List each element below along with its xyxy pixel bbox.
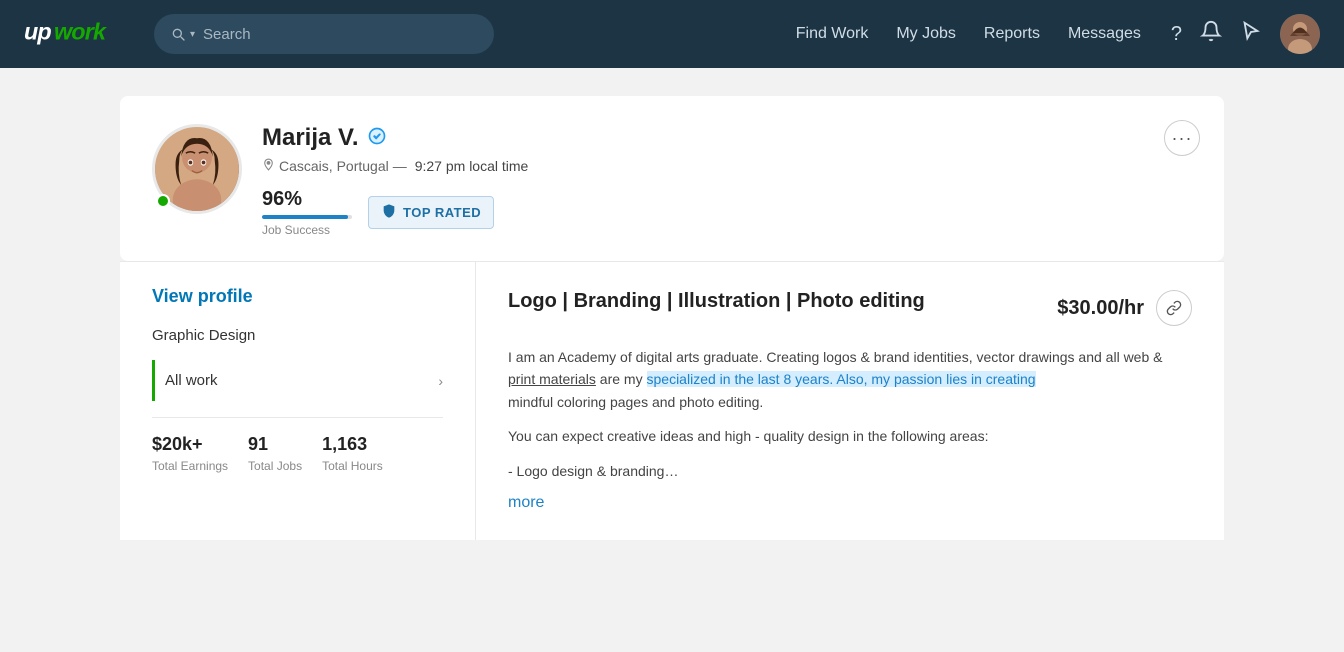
local-time-text: 9:27 pm local time: [415, 158, 529, 174]
main-nav: Find Work My Jobs Reports Messages: [796, 25, 1141, 43]
earnings-value: $20k+: [152, 434, 228, 455]
progress-bar: [262, 215, 352, 219]
top-rated-badge: TOP RATED: [368, 196, 494, 229]
jobs-label: Total Jobs: [248, 459, 302, 473]
profile-name: Marija V.: [262, 124, 1192, 152]
main-header: up work ▾ Find Work My Jobs Reports Mess…: [0, 0, 1344, 68]
gig-price: $30.00/hr: [1057, 297, 1144, 320]
category-label[interactable]: Graphic Design: [152, 327, 443, 344]
profile-info: Marija V.: [262, 124, 1192, 237]
gig-price-wrap: $30.00/hr: [1057, 290, 1192, 326]
online-status-dot: [156, 194, 170, 208]
description-line3: - Logo design & branding…: [508, 463, 678, 479]
separator: —: [393, 158, 407, 174]
stats-row: $20k+ Total Earnings 91 Total Jobs 1,163…: [152, 417, 443, 473]
location-icon: [262, 158, 275, 174]
stat-jobs: 91 Total Jobs: [248, 434, 302, 473]
main-content: Marija V.: [0, 68, 1344, 568]
all-work-label: All work: [165, 372, 218, 389]
gig-title: Logo | Branding | Illustration | Photo e…: [508, 290, 1057, 313]
jobs-value: 91: [248, 434, 302, 455]
hours-label: Total Hours: [322, 459, 383, 473]
search-bar[interactable]: ▾: [154, 14, 494, 54]
gig-header: Logo | Branding | Illustration | Photo e…: [508, 290, 1192, 326]
all-work-item[interactable]: All work ›: [152, 360, 443, 401]
hours-value: 1,163: [322, 434, 383, 455]
chevron-right-icon: ›: [438, 373, 443, 389]
messages-link[interactable]: Messages: [1068, 25, 1141, 43]
cursor-icon[interactable]: [1240, 20, 1262, 48]
user-avatar[interactable]: [1280, 14, 1320, 54]
right-panel: Logo | Branding | Illustration | Photo e…: [476, 262, 1224, 540]
svg-text:up: up: [24, 18, 51, 44]
location-text: Cascais, Portugal: [279, 158, 389, 174]
profile-top: Marija V.: [152, 124, 1192, 237]
find-work-link[interactable]: Find Work: [796, 25, 869, 43]
job-success-wrap: 96% Job Success: [262, 188, 352, 237]
view-profile-link[interactable]: View profile: [152, 286, 443, 307]
badge-text: TOP RATED: [403, 205, 481, 220]
profile-stats: 96% Job Success TOP RATED: [262, 188, 1192, 237]
stat-earnings: $20k+ Total Earnings: [152, 434, 228, 473]
job-success-pct: 96%: [262, 188, 352, 211]
gig-description-1: I am an Academy of digital arts graduate…: [508, 346, 1192, 413]
more-link[interactable]: more: [508, 494, 544, 511]
shield-icon: [381, 203, 397, 222]
gig-description-2: You can expect creative ideas and high -…: [508, 425, 1192, 447]
header-icons: ?: [1171, 14, 1320, 54]
copy-link-button[interactable]: [1156, 290, 1192, 326]
svg-text:work: work: [54, 18, 107, 44]
upwork-logo[interactable]: up work: [24, 15, 124, 54]
search-chevron-icon: ▾: [190, 29, 195, 40]
profile-location: Cascais, Portugal — 9:27 pm local time: [262, 158, 1192, 174]
reports-link[interactable]: Reports: [984, 25, 1040, 43]
search-input[interactable]: [203, 26, 443, 43]
verified-icon: [367, 126, 387, 151]
notifications-icon[interactable]: [1200, 20, 1222, 48]
lower-section: View profile Graphic Design All work › $…: [120, 261, 1224, 540]
progress-bar-fill: [262, 215, 348, 219]
profile-name-text: Marija V.: [262, 124, 359, 152]
my-jobs-link[interactable]: My Jobs: [896, 25, 956, 43]
left-panel: View profile Graphic Design All work › $…: [120, 262, 476, 540]
earnings-label: Total Earnings: [152, 459, 228, 473]
search-icon: ▾: [170, 26, 195, 42]
help-icon[interactable]: ?: [1171, 23, 1182, 46]
stat-hours: 1,163 Total Hours: [322, 434, 383, 473]
more-options-button[interactable]: ···: [1164, 120, 1200, 156]
profile-avatar-wrap: [152, 124, 242, 214]
job-success-label: Job Success: [262, 223, 352, 237]
profile-card: Marija V.: [120, 96, 1224, 261]
gig-description-3: - Logo design & branding…: [508, 460, 1192, 482]
